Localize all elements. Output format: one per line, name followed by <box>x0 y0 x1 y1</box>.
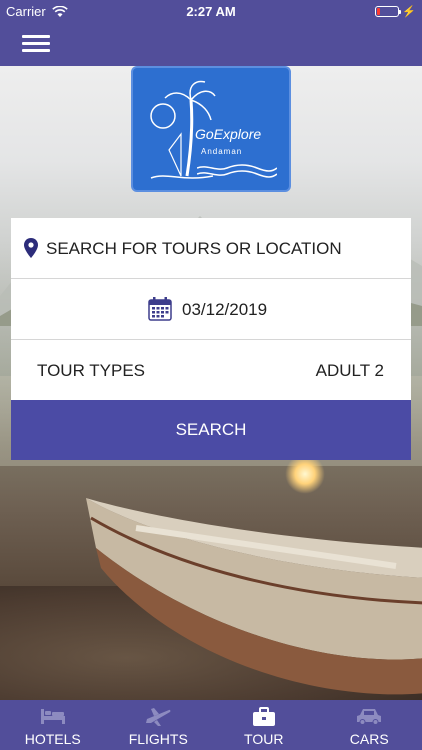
wave-logo-icon <box>197 164 277 178</box>
tab-cars[interactable]: CARS <box>317 700 422 750</box>
tab-flights[interactable]: FLIGHTS <box>106 700 212 750</box>
date-picker-field[interactable]: 03/12/2019 <box>11 279 411 340</box>
tab-hotels[interactable]: HOTELS <box>0 700 106 750</box>
tab-flights-label: FLIGHTS <box>128 731 188 747</box>
battery-icon <box>375 6 402 17</box>
boat-illustration <box>86 498 422 695</box>
date-value: 03/12/2019 <box>182 300 268 319</box>
bottom-tab-bar: HOTELS FLIGHTS TOUR CARS <box>0 700 422 750</box>
tab-tour[interactable]: TOUR <box>211 700 317 750</box>
nav-bar <box>0 22 422 66</box>
briefcase-icon <box>252 707 275 726</box>
calendar-icon <box>148 297 172 321</box>
hamburger-menu-icon[interactable] <box>22 33 52 55</box>
airplane-icon <box>146 708 171 726</box>
tour-options-row: TOUR TYPES ADULT 2 <box>11 340 411 401</box>
map-pin-icon <box>24 238 38 258</box>
logo-sub-text: Andaman <box>201 147 243 156</box>
location-search-field[interactable]: SEARCH FOR TOURS OR LOCATION <box>11 218 411 279</box>
tab-hotels-label: HOTELS <box>24 731 81 747</box>
search-card: SEARCH FOR TOURS OR LOCATION 03/12/2019 … <box>11 218 411 401</box>
goexplore-logo: GoExplore Andaman <box>131 66 291 192</box>
status-bar: Carrier 2:27 AM ⚡ <box>0 0 422 22</box>
tour-types-selector[interactable]: TOUR TYPES <box>37 361 145 381</box>
logo-brand-text: GoExplore <box>195 126 262 142</box>
tab-tour-label: TOUR <box>244 731 284 747</box>
status-right: ⚡ <box>375 5 416 18</box>
location-placeholder: SEARCH FOR TOURS OR LOCATION <box>46 239 342 258</box>
status-time: 2:27 AM <box>186 4 236 19</box>
search-button[interactable]: SEARCH <box>11 400 411 460</box>
charging-bolt-icon: ⚡ <box>402 6 416 18</box>
bed-icon <box>40 709 65 724</box>
adult-count-selector[interactable]: ADULT 2 <box>316 361 384 381</box>
battery-level <box>377 8 381 15</box>
car-icon <box>357 709 382 725</box>
tab-cars-label: CARS <box>349 731 389 747</box>
